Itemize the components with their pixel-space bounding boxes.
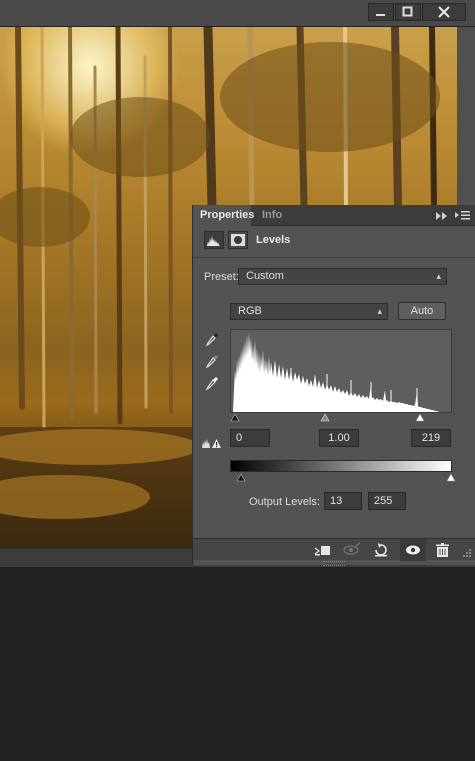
updown-arrow-icon: ▴ (436, 271, 441, 281)
input-black-field[interactable]: 0 (230, 429, 270, 447)
minimize-icon (376, 14, 385, 16)
black-point-eyedropper-icon[interactable] (205, 332, 219, 348)
input-gamma-field[interactable]: 1.00 (319, 429, 359, 447)
clipping-warning-icon[interactable] (201, 436, 223, 453)
view-previous-state-icon[interactable] (342, 542, 362, 558)
levels-adjustment-icon[interactable] (204, 231, 224, 249)
preset-value: Custom (246, 270, 284, 282)
properties-panel: Properties Info Levels Preset: Custom ▴ … (192, 205, 475, 566)
input-black-slider-handle (230, 413, 240, 422)
gray-point-eyedropper-icon[interactable] (205, 354, 219, 370)
mask-icon[interactable] (228, 231, 248, 249)
tab-properties[interactable]: Properties (193, 205, 254, 226)
auto-button[interactable]: Auto (398, 302, 446, 320)
input-levels-slider[interactable] (230, 412, 452, 422)
panel-tab-bar: Properties Info (193, 205, 475, 226)
delete-icon[interactable] (433, 542, 453, 558)
updown-arrow-icon: ▴ (377, 306, 382, 316)
preset-label: Preset: (204, 271, 239, 283)
tab-info[interactable]: Info (255, 205, 289, 226)
maximize-button[interactable] (395, 3, 421, 21)
panel-title: Levels (256, 234, 291, 246)
app-title-bar (0, 0, 475, 26)
clip-to-layer-icon[interactable] (313, 542, 333, 558)
output-levels-slider[interactable] (230, 472, 460, 482)
input-gamma-slider-handle (320, 413, 330, 422)
white-point-eyedropper-icon[interactable] (205, 376, 219, 392)
channel-value: RGB (238, 305, 262, 317)
preset-dropdown[interactable]: Custom ▴ (238, 268, 447, 285)
output-black-slider-handle (236, 473, 246, 482)
panel-resize-handle[interactable] (323, 561, 345, 566)
collapse-panel-icon[interactable] (436, 211, 448, 223)
output-white-slider-handle (446, 473, 456, 482)
toggle-visibility-icon[interactable] (400, 539, 426, 561)
output-gradient-bar (230, 460, 452, 472)
panel-footer (193, 538, 475, 562)
close-button[interactable] (422, 3, 466, 21)
histogram-graph (233, 333, 439, 412)
output-levels-label: Output Levels: (249, 496, 320, 508)
output-white-field[interactable]: 255 (368, 492, 406, 510)
channel-dropdown[interactable]: RGB ▴ (230, 303, 388, 320)
output-black-field[interactable]: 13 (324, 492, 362, 510)
close-icon (438, 6, 450, 18)
input-white-slider-handle (415, 413, 425, 422)
input-white-field[interactable]: 219 (411, 429, 451, 447)
panel-menu-icon[interactable] (455, 209, 471, 224)
maximize-icon (402, 6, 413, 17)
minimize-button[interactable] (368, 3, 394, 21)
divider (193, 257, 475, 258)
reset-icon[interactable] (371, 542, 391, 558)
resize-grip-icon[interactable] (461, 547, 473, 562)
histogram (230, 329, 452, 413)
